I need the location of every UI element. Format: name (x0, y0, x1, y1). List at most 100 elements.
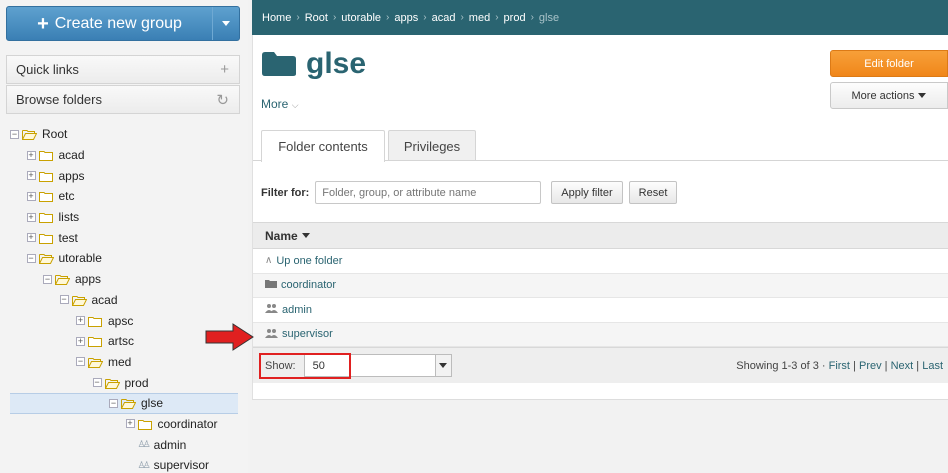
row-link[interactable]: Up one folder (276, 255, 342, 267)
breadcrumb-separator-icon: › (423, 12, 427, 23)
expand-icon[interactable]: + (26, 233, 36, 243)
create-new-group-button[interactable]: + Create new group (6, 6, 240, 41)
collapse-icon[interactable]: − (109, 398, 118, 408)
tree-item-label: acad (58, 148, 85, 163)
tab-privileges[interactable]: Privileges (388, 130, 476, 161)
filter-label: Filter for: (261, 186, 310, 199)
tab-folder-contents[interactable]: Folder contents (261, 130, 385, 162)
collapse-icon[interactable]: − (76, 357, 85, 367)
chevron-down-icon (434, 355, 451, 376)
tree-item-label: prod (124, 375, 149, 390)
breadcrumb-item[interactable]: prod (504, 12, 526, 24)
breadcrumb-separator-icon: › (386, 12, 390, 23)
tree-item-lists[interactable]: + lists (0, 207, 248, 228)
row-link[interactable]: admin (282, 304, 312, 316)
tree-item-label: glse (141, 396, 164, 411)
breadcrumb-separator-icon: › (296, 12, 300, 23)
sort-down-icon (301, 233, 310, 238)
expand-icon[interactable]: + (26, 171, 36, 181)
folder-open-icon (55, 274, 70, 286)
collapse-icon[interactable]: − (59, 295, 69, 305)
table-row[interactable]: coordinator (253, 273, 948, 298)
folder-open-icon (38, 253, 54, 265)
reset-button[interactable]: Reset (628, 181, 678, 204)
row-link[interactable]: coordinator (281, 279, 336, 291)
collapse-icon[interactable]: − (26, 253, 36, 263)
breadcrumb-separator-icon: › (530, 12, 534, 23)
tree-item-glse[interactable]: − glse (10, 392, 238, 414)
edit-folder-button[interactable]: Edit folder (830, 50, 948, 77)
tree-item-apps[interactable]: − apps (0, 269, 248, 290)
collapse-icon[interactable]: − (43, 274, 52, 284)
group-icon: ♙♙ (137, 439, 151, 450)
folder-open-icon (71, 295, 87, 306)
create-dropdown-toggle[interactable] (212, 7, 239, 40)
folder-open-icon (121, 398, 136, 410)
tree-item-coordinator[interactable]: + coordinator (0, 414, 248, 435)
last-page-link[interactable]: Last (922, 360, 943, 372)
create-new-group-label: Create new group (54, 14, 182, 32)
table-row[interactable]: ∧ Up one folder (253, 249, 948, 274)
breadcrumb-separator-icon: › (495, 12, 499, 23)
filter-input[interactable] (315, 181, 542, 204)
page-size-select[interactable]: 50 (303, 354, 452, 377)
expand-icon[interactable]: + (26, 150, 36, 160)
more-dropdown[interactable]: More ⌵ (261, 97, 299, 111)
tree-item-admin[interactable]: ♙♙ admin (0, 434, 248, 455)
tree-item-utorable[interactable]: − utorable (0, 248, 248, 269)
page-size-value: 50 (312, 359, 325, 372)
name-column-label: Name (265, 228, 298, 243)
table-row[interactable]: supervisor (253, 322, 948, 347)
refresh-icon[interactable]: ↻ (216, 91, 229, 109)
tree-item-label: etc (58, 189, 75, 204)
plus-icon: + (37, 12, 49, 35)
sidebar: + Create new group Quick links + Browse … (0, 0, 248, 473)
breadcrumb-item[interactable]: acad (432, 12, 456, 24)
collapse-icon[interactable]: − (92, 378, 102, 388)
group-icon (265, 303, 278, 316)
expand-icon[interactable]: + (125, 419, 135, 429)
first-page-link[interactable]: First (829, 360, 850, 372)
prev-page-link[interactable]: Prev (859, 360, 882, 372)
apply-filter-button[interactable]: Apply filter (551, 181, 623, 204)
expand-icon[interactable]: + (76, 336, 85, 346)
breadcrumb-item[interactable]: med (469, 12, 490, 24)
filter-bar: Filter for: Apply filter Reset (261, 181, 678, 204)
tree-item-acad[interactable]: + acad (0, 145, 248, 166)
expand-icon[interactable]: + (26, 212, 36, 222)
breadcrumb-separator-icon: › (332, 12, 337, 23)
browse-folders-header[interactable]: Browse folders ↻ (6, 85, 240, 114)
expand-icon[interactable]: + (26, 191, 36, 201)
tree-item-med[interactable]: − med (0, 352, 248, 373)
collapse-icon[interactable]: − (10, 129, 19, 139)
group-icon (265, 328, 278, 341)
tree-item-acad[interactable]: − acad (0, 290, 248, 311)
tree-item-etc[interactable]: + etc (0, 186, 248, 207)
breadcrumb-item[interactable]: Root (305, 12, 328, 24)
tree-item-label: artsc (108, 334, 135, 349)
tree-item-Root[interactable]: − Root (0, 124, 248, 145)
quick-links-header[interactable]: Quick links + (6, 55, 240, 84)
breadcrumb-item[interactable]: apps (394, 12, 418, 24)
breadcrumb-item[interactable]: utorable (341, 12, 381, 24)
tree-item-supervisor[interactable]: ♙♙ supervisor (0, 455, 248, 473)
chevron-down-icon: ⌵ (291, 100, 299, 110)
folder-icon (38, 191, 53, 203)
tree-item-test[interactable]: + test (0, 227, 248, 248)
table-header-name[interactable]: Name (253, 223, 948, 249)
tree-item-apps[interactable]: + apps (0, 165, 248, 186)
folder-icon (38, 171, 53, 182)
more-actions-button[interactable]: More actions (830, 82, 948, 109)
tree-item-prod[interactable]: − prod (0, 372, 248, 393)
table-row[interactable]: admin (253, 298, 948, 323)
next-page-link[interactable]: Next (891, 360, 914, 372)
row-link[interactable]: supervisor (282, 328, 333, 340)
create-new-group-main[interactable]: + Create new group (7, 14, 212, 34)
show-label: Show: (265, 359, 296, 372)
breadcrumb-item[interactable]: Home (262, 12, 291, 24)
expand-icon[interactable]: + (76, 316, 85, 326)
page-size: Show: 50 (265, 354, 452, 377)
quick-links-label: Quick links (16, 62, 79, 77)
plus-icon[interactable]: + (220, 61, 229, 78)
tree-item-label: lists (58, 210, 80, 225)
